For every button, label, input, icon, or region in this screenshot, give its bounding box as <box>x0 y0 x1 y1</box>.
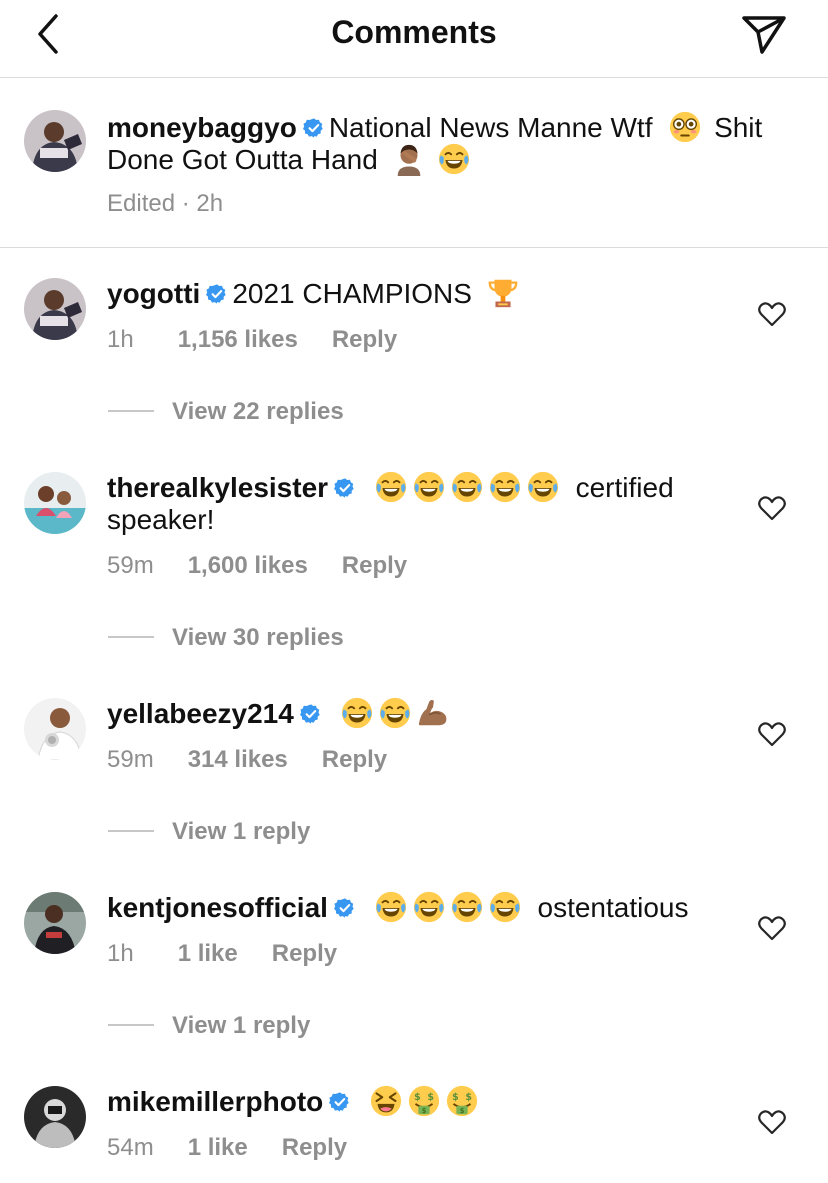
flushed-face-emoji-icon <box>668 110 702 144</box>
comment-likes[interactable]: 314 likes <box>188 746 288 773</box>
flexed-biceps-emoji-icon <box>416 696 450 730</box>
comment-text: therealkylesister certified <box>107 470 674 504</box>
joy-emoji-icon <box>450 470 484 504</box>
comment-likes[interactable]: 1,600 likes <box>188 552 308 579</box>
joy-emoji-icon <box>526 470 560 504</box>
avatar[interactable] <box>24 892 86 954</box>
view-replies-label: View 22 replies <box>172 398 344 425</box>
joy-emoji-icon <box>450 890 484 924</box>
facepalm-emoji-icon <box>392 142 426 176</box>
paper-plane-icon <box>742 16 786 54</box>
comment-meta: 59m 1,600 likes Reply <box>107 552 407 580</box>
comment-time: 1h <box>107 940 134 967</box>
divider-line <box>108 1024 154 1026</box>
verified-badge-icon <box>206 283 228 305</box>
share-button[interactable] <box>740 12 788 56</box>
heart-icon[interactable] <box>758 495 786 521</box>
reply-button[interactable]: Reply <box>332 326 397 353</box>
heart-icon[interactable] <box>758 1109 786 1135</box>
reply-button[interactable]: Reply <box>322 746 387 773</box>
joy-emoji-icon <box>488 470 522 504</box>
joy-emoji-icon <box>437 142 471 176</box>
comment-time: 1h <box>107 326 134 353</box>
avatar[interactable] <box>24 698 86 760</box>
reply-button[interactable]: Reply <box>342 552 407 579</box>
divider-line <box>108 410 154 412</box>
comment-text: mikemillerphoto <box>107 1084 483 1118</box>
joy-emoji-icon <box>412 890 446 924</box>
caption-line-2: Done Got Outta Hand <box>107 142 475 176</box>
view-replies-label: View 30 replies <box>172 624 344 651</box>
verified-badge-icon <box>334 897 356 919</box>
heart-icon[interactable] <box>758 915 786 941</box>
comment-time: 59m <box>107 552 154 579</box>
comment-username[interactable]: therealkylesister <box>107 472 328 503</box>
comment-username[interactable]: yogotti <box>107 278 200 309</box>
comment-time: 54m <box>107 1134 154 1161</box>
comment-meta: 1h 1 like Reply <box>107 940 337 968</box>
joy-emoji-icon <box>488 890 522 924</box>
comment-body: 2021 CHAMPIONS <box>232 278 472 309</box>
money-mouth-emoji-icon <box>407 1084 441 1118</box>
verified-badge-icon <box>334 477 356 499</box>
avatar[interactable] <box>24 110 86 172</box>
comment-meta: 1h 1,156 likes Reply <box>107 326 397 354</box>
heart-icon[interactable] <box>758 721 786 747</box>
comment-username[interactable]: mikemillerphoto <box>107 1086 323 1117</box>
caption-meta: Edited · 2h <box>107 190 224 217</box>
page-title: Comments <box>331 14 497 50</box>
comment-body: ostentatious <box>537 892 689 923</box>
trophy-emoji-icon <box>486 276 520 310</box>
verified-badge-icon <box>303 117 325 139</box>
comment-likes[interactable]: 1 like <box>178 940 238 967</box>
comment-meta: 54m 1 like Reply <box>107 1134 347 1162</box>
view-replies-button[interactable]: View 30 replies <box>108 624 344 652</box>
view-replies-button[interactable]: View 1 reply <box>108 1012 310 1040</box>
avatar[interactable] <box>24 278 86 340</box>
comment-username[interactable]: yellabeezy214 <box>107 698 294 729</box>
comment-time: 59m <box>107 746 154 773</box>
caption-text-after-emoji: Shit <box>714 112 763 143</box>
comment-text: kentjonesofficial ostentatious <box>107 890 689 924</box>
reply-button[interactable]: Reply <box>272 940 337 967</box>
comment-text: yogotti 2021 CHAMPIONS <box>107 276 524 310</box>
heart-icon[interactable] <box>758 301 786 327</box>
money-mouth-emoji-icon <box>445 1084 479 1118</box>
view-replies-button[interactable]: View 1 reply <box>108 818 310 846</box>
joy-emoji-icon <box>374 470 408 504</box>
avatar[interactable] <box>24 472 86 534</box>
divider-line <box>108 830 154 832</box>
avatar[interactable] <box>24 1086 86 1148</box>
joy-emoji-icon <box>374 890 408 924</box>
caption-line-1: moneybaggyo National News Manne Wtf Shit <box>107 110 762 144</box>
comment-meta: 59m 314 likes Reply <box>107 746 387 774</box>
comment-body: certified <box>575 472 674 503</box>
divider-line <box>108 636 154 638</box>
joy-emoji-icon <box>378 696 412 730</box>
post-caption: moneybaggyo National News Manne Wtf Shit … <box>0 78 828 248</box>
comment-username[interactable]: kentjonesofficial <box>107 892 328 923</box>
view-replies-label: View 1 reply <box>172 818 311 845</box>
laughing-emoji-icon <box>369 1084 403 1118</box>
comment-likes[interactable]: 1 like <box>188 1134 248 1161</box>
comments-header: Comments <box>0 0 828 78</box>
view-replies-button[interactable]: View 22 replies <box>108 398 344 426</box>
comment-likes[interactable]: 1,156 likes <box>178 326 298 353</box>
comment-text: yellabeezy214 <box>107 696 454 730</box>
caption-username[interactable]: moneybaggyo <box>107 112 297 143</box>
joy-emoji-icon <box>412 470 446 504</box>
caption-text: National News Manne Wtf <box>328 112 653 143</box>
verified-badge-icon <box>300 703 322 725</box>
reply-button[interactable]: Reply <box>282 1134 347 1161</box>
comment-body-line-2: speaker! <box>107 504 215 535</box>
verified-badge-icon <box>329 1091 351 1113</box>
caption-text-line-2: Done Got Outta Hand <box>107 144 378 175</box>
view-replies-label: View 1 reply <box>172 1012 311 1039</box>
joy-emoji-icon <box>340 696 374 730</box>
